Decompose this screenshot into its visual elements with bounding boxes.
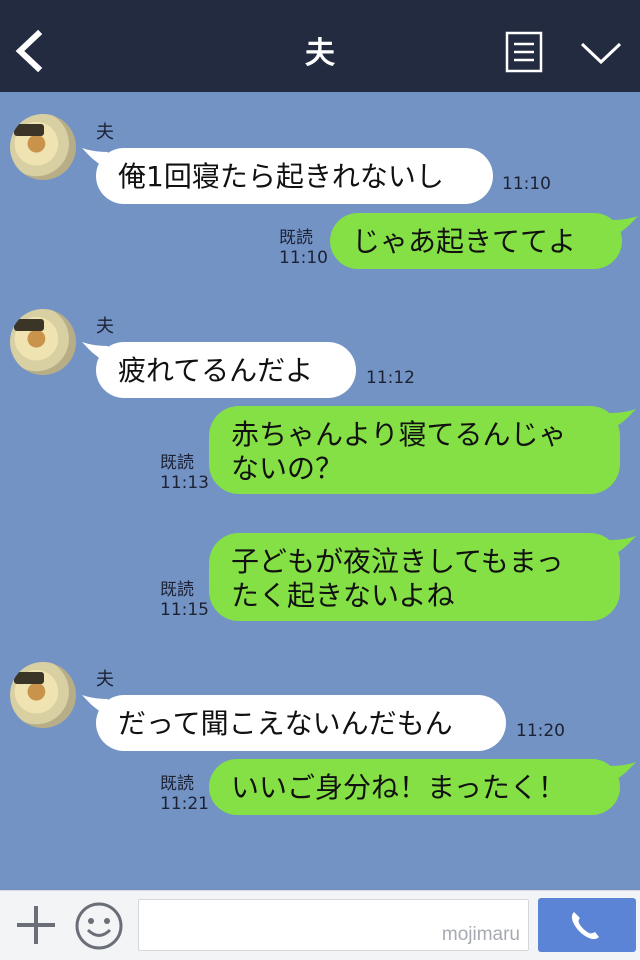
message-bubble[interactable]: 疲れてるんだよ: [96, 342, 356, 398]
message-time: 11:15: [160, 600, 209, 620]
avatar[interactable]: [10, 114, 76, 180]
smiley-icon: [75, 902, 123, 950]
read-receipt: 既読 11:13: [160, 453, 209, 493]
message-bubble[interactable]: 赤ちゃんより寝てるんじゃ ないの？: [209, 406, 620, 494]
message-bubble[interactable]: 子どもが夜泣きしてもまっ たく起きないよね: [209, 533, 620, 621]
bubble-tail: [610, 536, 636, 556]
chat-header: 夫: [0, 0, 640, 92]
message-input[interactable]: mojimaru: [138, 899, 529, 951]
attach-button[interactable]: [14, 903, 58, 947]
list-icon: [505, 31, 543, 73]
sender-name: 夫: [96, 122, 114, 143]
chat-area[interactable]: 夫 俺1回寝たら起きれないし 11:10 既読 11:10 じゃあ起きててよ 夫…: [0, 92, 640, 890]
avatar[interactable]: [10, 309, 76, 375]
call-button[interactable]: [538, 898, 636, 952]
chat-title: 夫: [305, 36, 335, 71]
watermark: mojimaru: [441, 924, 520, 945]
plus-icon: [17, 906, 55, 944]
read-label: 既読: [160, 453, 194, 473]
bubble-tail: [612, 216, 638, 236]
message-bubble[interactable]: 俺1回寝たら起きれないし: [96, 148, 493, 204]
read-receipt: 既読 11:15: [160, 580, 209, 620]
back-button[interactable]: [8, 26, 52, 74]
bubble-tail: [610, 409, 636, 429]
message-time: 11:21: [160, 794, 209, 814]
message-time: 11:20: [516, 721, 565, 741]
message-bubble[interactable]: いいご身分ね！まったく！: [209, 759, 620, 815]
sender-name: 夫: [96, 669, 114, 690]
chevron-down-icon: [580, 42, 622, 65]
read-label: 既読: [279, 228, 313, 248]
phone-icon: [571, 912, 599, 940]
read-label: 既読: [160, 774, 194, 794]
input-bar: mojimaru: [0, 890, 640, 960]
read-label: 既読: [160, 580, 194, 600]
message-bubble[interactable]: じゃあ起きててよ: [330, 213, 622, 269]
message-bubble[interactable]: だって聞こえないんだもん: [96, 695, 506, 751]
chevron-left-icon: [15, 29, 43, 73]
message-time: 11:10: [502, 174, 551, 194]
expand-button[interactable]: [578, 38, 624, 68]
read-receipt: 既読 11:21: [160, 774, 209, 814]
bubble-tail: [610, 762, 636, 782]
emoji-button[interactable]: [74, 901, 124, 951]
message-time: 11:13: [160, 473, 209, 493]
menu-button[interactable]: [505, 31, 543, 73]
sender-name: 夫: [96, 316, 114, 337]
read-receipt: 既読 11:10: [279, 228, 328, 268]
avatar[interactable]: [10, 662, 76, 728]
message-time: 11:12: [366, 368, 415, 388]
message-time: 11:10: [279, 248, 328, 268]
